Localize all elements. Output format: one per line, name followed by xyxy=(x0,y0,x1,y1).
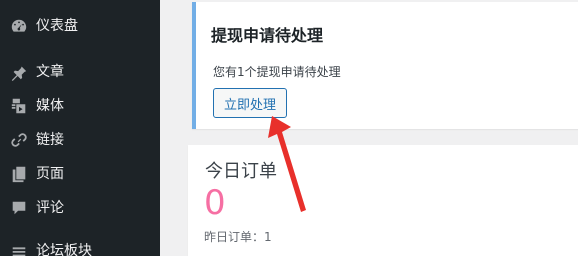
sidebar-item-label: 页面 xyxy=(36,166,64,182)
sidebar-item-label: 链接 xyxy=(36,132,64,148)
sidebar-item-posts[interactable]: 文章 xyxy=(0,55,160,89)
sidebar-item-comments[interactable]: 评论 xyxy=(0,191,160,225)
sidebar-item-dashboard[interactable]: 仪表盘 xyxy=(0,9,160,43)
sidebar-item-label: 文章 xyxy=(36,64,64,80)
sidebar-item-label: 评论 xyxy=(36,200,64,216)
admin-sidebar: 仪表盘 文章 媒体 链接 页面 评论 论坛板块 xyxy=(0,0,160,256)
notice-text: 您有1个提现申请待处理 xyxy=(213,65,341,79)
sidebar-item-forums[interactable]: 论坛板块 xyxy=(0,234,160,256)
withdrawal-notice: 提现申请待处理 您有1个提现申请待处理 立即处理 xyxy=(192,2,578,129)
pin-icon xyxy=(9,62,29,82)
sidebar-item-pages[interactable]: 页面 xyxy=(0,157,160,191)
comment-icon xyxy=(9,198,29,218)
forum-icon xyxy=(9,241,29,256)
dashboard-icon xyxy=(9,16,29,36)
link-icon xyxy=(9,130,29,150)
sidebar-item-label: 仪表盘 xyxy=(36,18,78,34)
yesterday-orders: 昨日订单：1 xyxy=(204,230,272,244)
sidebar-item-label: 论坛板块 xyxy=(36,243,92,256)
page-icon xyxy=(9,164,29,184)
sidebar-item-links[interactable]: 链接 xyxy=(0,123,160,157)
media-icon xyxy=(9,96,29,116)
notice-title: 提现申请待处理 xyxy=(211,26,324,45)
sidebar-item-label: 媒体 xyxy=(36,98,64,114)
process-now-button[interactable]: 立即处理 xyxy=(213,88,287,118)
orders-count: 0 xyxy=(204,183,226,223)
today-orders-card: 今日订单 0 昨日订单：1 xyxy=(188,145,578,256)
orders-title: 今日订单 xyxy=(205,161,277,182)
sidebar-item-media[interactable]: 媒体 xyxy=(0,89,160,123)
